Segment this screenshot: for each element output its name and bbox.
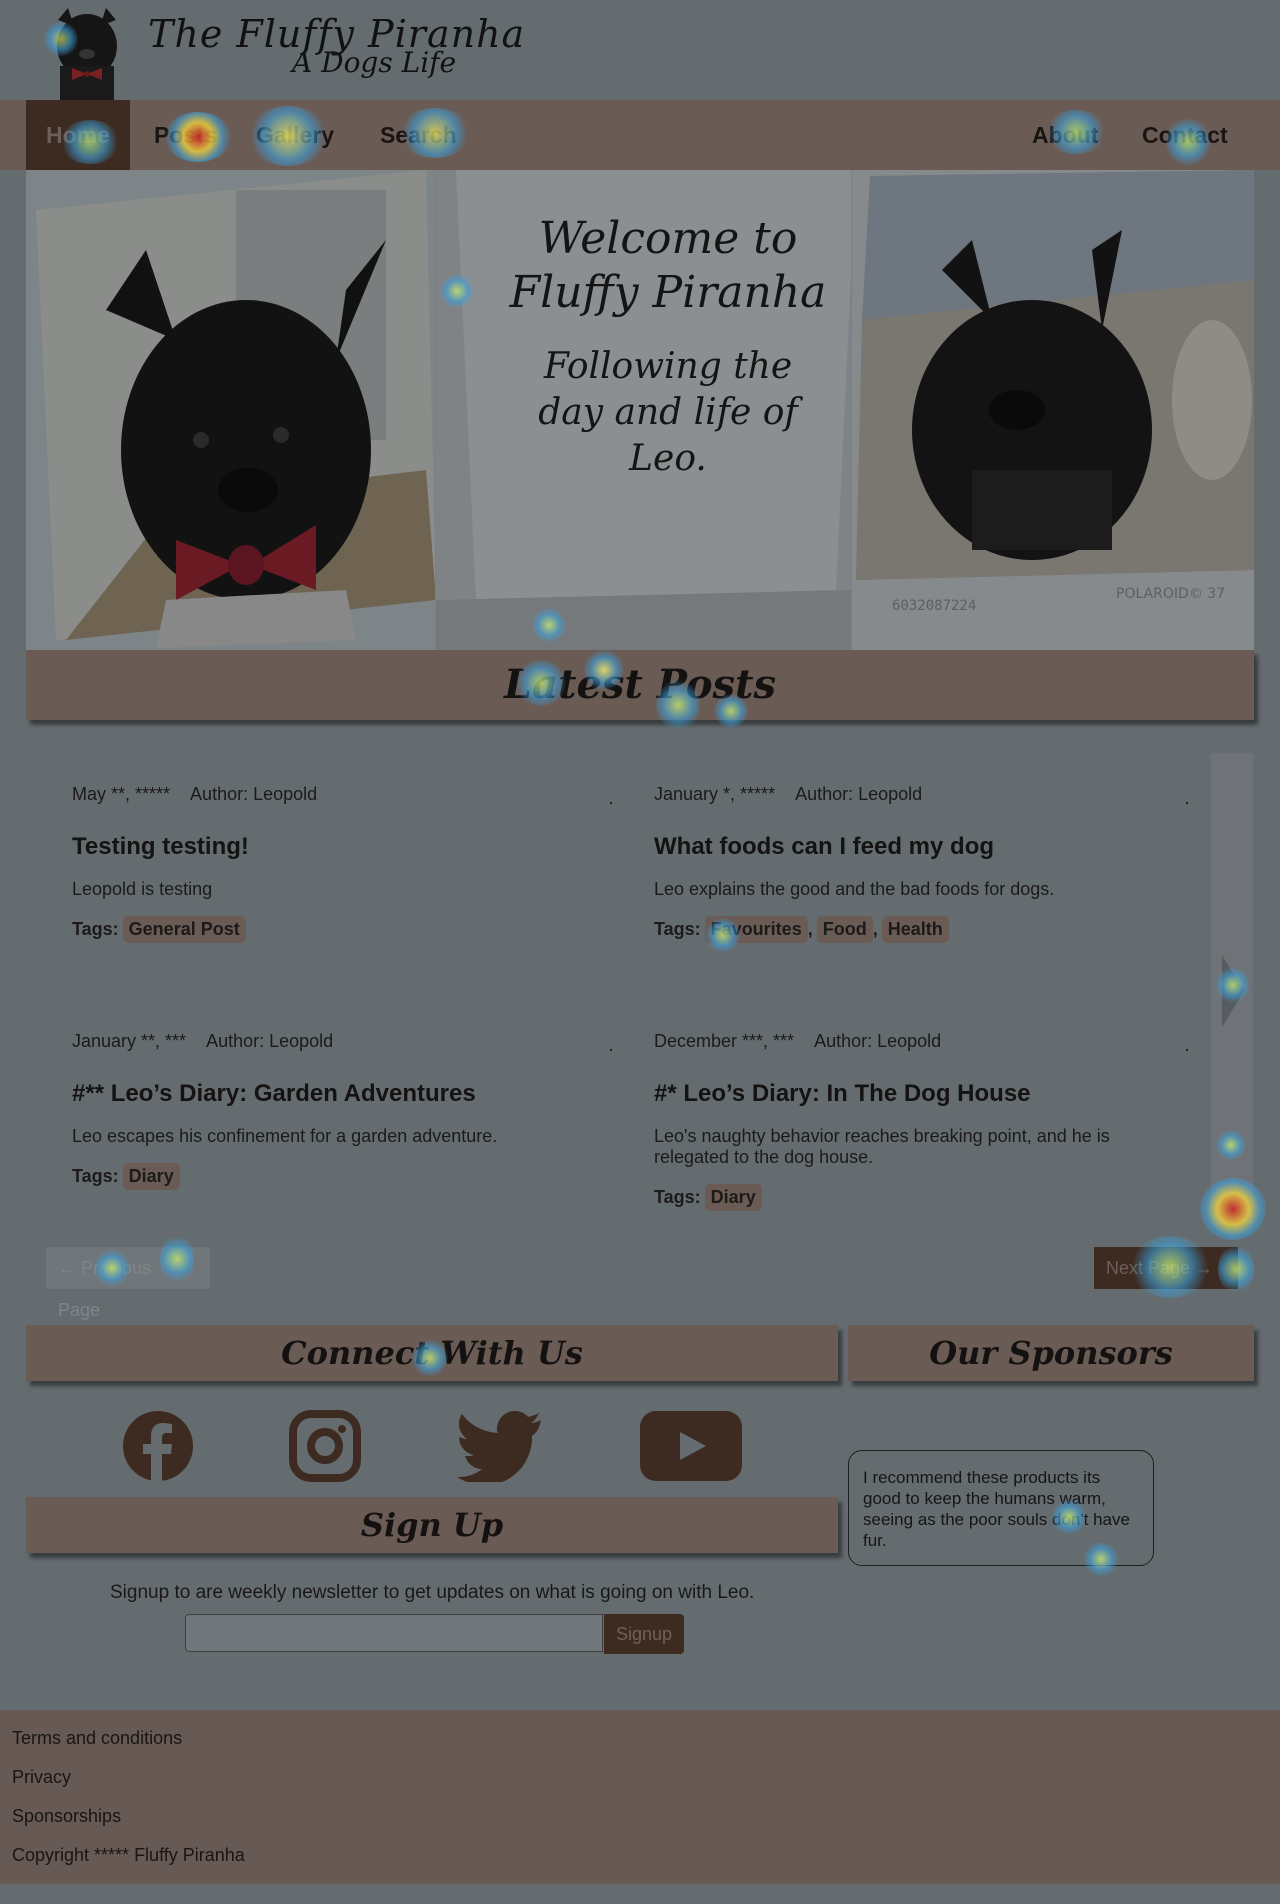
tag[interactable]: Favourites [704,916,808,943]
previous-page-button[interactable]: ← Previous Page [46,1247,210,1320]
tags-label: Tags: [72,919,119,939]
sponsors-heading: Our Sponsors [848,1325,1254,1381]
tags-label: Tags: [654,1187,701,1207]
nav-gallery[interactable]: Gallery [256,100,334,170]
instagram-icon[interactable] [289,1410,361,1486]
tag[interactable]: Diary [122,1163,180,1190]
logo[interactable] [46,6,128,100]
tag[interactable]: General Post [122,916,246,943]
sponsor-card[interactable]: I recommend these products its good to k… [848,1450,1154,1566]
next-page-button[interactable]: Next Page → [1094,1247,1238,1289]
post-title[interactable]: #* Leo’s Diary: In The Dog House [654,1080,1188,1108]
footer-sponsorships-link[interactable]: Sponsorships [12,1806,121,1827]
newsletter-email-input[interactable] [185,1614,603,1652]
post-excerpt: Leo's naughty behavior reaches breaking … [654,1126,1110,1167]
post-excerpt: Leopold is testing [72,879,213,899]
hero-welcome-line1: Welcome to [538,213,798,264]
hero-photo-left [26,170,436,650]
post-date: December ***, *** [654,1031,795,1051]
carousel-next-arrow-icon[interactable] [1222,955,1244,1027]
hero-sub-line1: Following the [543,346,793,387]
footer-copyright: Copyright ***** Fluffy Piranha [12,1845,245,1865]
nav-search[interactable]: Search [380,100,457,170]
nav-posts[interactable]: Posts [154,100,217,170]
post-author: Author: Leopold [814,1031,942,1051]
post-title[interactable]: What foods can I feed my dog [654,833,1188,861]
site-footer: Terms and conditions Privacy Sponsorship… [0,1710,1280,1884]
nav-home[interactable]: Home [26,100,130,170]
tag[interactable]: Food [816,916,873,943]
hero-banner: Welcome to Fluffy Piranha Following the … [26,170,1254,650]
post-excerpt: Leo escapes his confinement for a garden… [72,1126,498,1146]
tags-label: Tags: [72,1166,119,1186]
post-author: Author: Leopold [795,784,923,804]
tags-label: Tags: [654,919,701,939]
dog-mountain-photo: 6032087224 POLAROID© 37 [852,170,1254,650]
polaroid-brand: POLAROID© 37 [1116,586,1225,602]
footer-privacy-link[interactable]: Privacy [12,1767,71,1788]
hero-sub-line3: Leo. [629,438,707,479]
post-author: Author: Leopold [206,1031,334,1051]
site-subtitle: A Dogs Life [292,46,457,79]
hero-welcome-line2: Fluffy Piranha [509,267,827,318]
post-excerpt: Leo explains the good and the bad foods … [654,879,1055,899]
post-date: May **, ***** [72,784,171,804]
tag[interactable]: Diary [704,1184,762,1211]
signup-button[interactable]: Signup [604,1614,684,1654]
nav-contact[interactable]: Contact [1142,100,1228,170]
site-header: The Fluffy Piranha A Dogs Life [0,0,1280,100]
polaroid-caption: 6032087224 [892,598,976,614]
post-title[interactable]: #** Leo’s Diary: Garden Adventures [72,1080,612,1108]
post-card[interactable]: May **, ***** Author: Leopold Testing tes… [72,784,612,943]
footer-terms-link[interactable]: Terms and conditions [12,1728,182,1749]
post-card[interactable]: January *, ***** Author: Leopold What foo… [654,784,1188,943]
facebook-icon[interactable] [122,1410,194,1486]
post-date: January *, ***** [654,784,776,804]
main-nav: Home Posts Gallery Search About Contact [0,100,1280,170]
twitter-icon[interactable] [457,1410,543,1486]
newsletter-description: Signup to are weekly newsletter to get u… [110,1582,755,1603]
dog-logo-icon [57,8,117,100]
connect-heading: Connect With Us [26,1325,838,1381]
post-card[interactable]: December ***, *** Author: Leopold #* Leo’… [654,1031,1188,1211]
dog-bowtie-photo [26,170,436,650]
youtube-icon[interactable] [640,1410,742,1486]
post-date: January **, *** [72,1031,187,1051]
hero-photo-right: 6032087224 POLAROID© 37 [852,170,1254,650]
post-card[interactable]: January **, *** Author: Leopold #** Leo’s… [72,1031,612,1190]
post-author: Author: Leopold [190,784,318,804]
tag[interactable]: Health [881,916,949,943]
signup-heading: Sign Up [26,1497,838,1553]
hero-sub-line2: day and life of [538,392,798,433]
latest-posts-heading: Latest Posts [26,650,1254,720]
hero-text: Welcome to Fluffy Piranha Following the … [458,212,878,482]
nav-about[interactable]: About [1032,100,1098,170]
post-title[interactable]: Testing testing! [72,833,612,861]
